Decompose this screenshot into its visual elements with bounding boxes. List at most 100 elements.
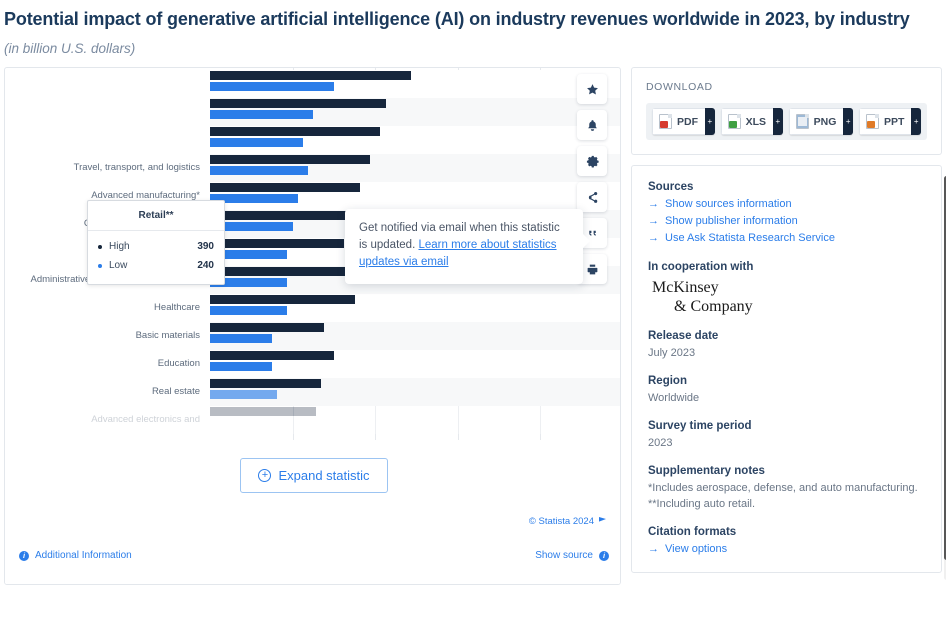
chart-bar-group	[210, 294, 620, 322]
chart-bar-low	[210, 390, 278, 399]
download-card: DOWNLOAD PDF + XLS + PNG + PPT +	[631, 67, 942, 155]
settings-icon[interactable]	[577, 146, 607, 176]
page-title: Potential impact of generative artificia…	[4, 9, 910, 29]
chart-bar-low	[210, 334, 272, 343]
plus-circle-icon: +	[258, 469, 272, 482]
popup-arrow-icon	[583, 234, 590, 248]
download-title: DOWNLOAD	[646, 81, 713, 93]
tooltip-series-dot-icon	[98, 263, 102, 268]
ask-statista-research-service-link[interactable]: Use Ask Statista Research Service	[648, 230, 925, 247]
download-options-caret-icon[interactable]: +	[843, 108, 853, 135]
notify-icon[interactable]	[577, 110, 607, 140]
expand-statistic-label: Expand statistic	[278, 468, 370, 483]
tooltip-series-dot-icon	[98, 244, 102, 249]
show-source-link[interactable]: Show source i	[535, 550, 609, 561]
chart-category-label: Travel, transport, and logistics	[73, 162, 200, 173]
chart-bar-group	[210, 154, 620, 182]
chart-bar-high	[210, 99, 386, 108]
chart-row[interactable]: Healthcare	[5, 294, 620, 322]
download-ppt-button[interactable]: PPT +	[858, 108, 922, 135]
pdf-file-icon	[659, 114, 672, 129]
chart-bar-group	[210, 350, 620, 378]
download-png-button[interactable]: PNG +	[788, 108, 853, 135]
download-button-group: PDF + XLS + PNG + PPT +	[646, 103, 927, 140]
tooltip-row-label: Low	[109, 260, 128, 271]
survey-period-section: Survey time period 2023	[648, 420, 925, 451]
download-pdf-button[interactable]: PDF +	[652, 108, 715, 135]
chart-category-label: Real estate	[151, 386, 200, 397]
chart-bar-low	[210, 110, 314, 119]
show-source-label: Show source	[535, 550, 593, 561]
chart-category-label	[5, 98, 202, 126]
chart-bar-high	[210, 295, 355, 304]
mckinsey-logo: McKinsey & Company	[652, 278, 925, 316]
tooltip-row-value: 240	[197, 260, 214, 271]
chart-bar-high	[210, 183, 360, 192]
chart-bar-high	[210, 407, 316, 416]
cooperation-heading: In cooperation with	[648, 261, 754, 273]
chart-bar-high	[210, 239, 345, 248]
download-xls-button[interactable]: XLS +	[720, 108, 783, 135]
page-header: Potential impact of generative artificia…	[0, 0, 946, 56]
additional-information-link[interactable]: i Additional Information	[19, 550, 132, 561]
sources-section: Sources Show sources information Show pu…	[648, 181, 925, 247]
chart-category-label: Education	[157, 358, 200, 369]
chart-bar-group	[210, 182, 620, 210]
copyright-notice: © Statista 2024	[529, 516, 606, 527]
chart-hover-tooltip: Retail** High 390 Low 240	[87, 200, 225, 285]
supplementary-notes-heading: Supplementary notes	[648, 465, 765, 477]
download-button-label: PNG	[813, 115, 837, 128]
tooltip-row: Low 240	[98, 256, 214, 275]
expand-statistic-button[interactable]: + Expand statistic	[240, 458, 388, 493]
statista-flag-icon	[599, 517, 606, 526]
favorite-icon[interactable]	[577, 74, 607, 104]
view-citation-options-link[interactable]: View options	[648, 541, 925, 558]
chart-row[interactable]: Travel, transport, and logistics	[5, 154, 620, 182]
chart-row[interactable]: Education	[5, 350, 620, 378]
download-button-label: PPT	[883, 115, 905, 128]
chart-row[interactable]	[5, 126, 620, 154]
release-date-section: Release date July 2023	[648, 330, 925, 361]
page-subtitle: (in billion U.S. dollars)	[4, 41, 136, 56]
statista-statistic-page: Potential impact of generative artificia…	[0, 0, 946, 629]
show-publisher-information-link[interactable]: Show publisher information	[648, 213, 925, 230]
chart-bar-high	[210, 323, 324, 332]
chart-row[interactable]	[5, 98, 620, 126]
show-sources-information-link[interactable]: Show sources information	[648, 196, 925, 213]
chart-bar-high	[210, 127, 381, 136]
citation-formats-heading: Citation formats	[648, 526, 737, 538]
additional-information-label: Additional Information	[35, 550, 132, 561]
chart-footer: i Additional Information Show source i	[5, 550, 620, 561]
tooltip-rows: High 390 Low 240	[88, 231, 224, 284]
chart-bar-low	[210, 138, 303, 147]
chart-bar-high	[210, 351, 334, 360]
region-section: Region Worldwide	[648, 375, 925, 406]
tooltip-row-value: 390	[197, 241, 214, 252]
chart-row[interactable]: Advanced electronics and	[5, 406, 620, 434]
sources-heading: Sources	[648, 181, 694, 193]
chart-bar-high	[210, 267, 350, 276]
download-options-caret-icon[interactable]: +	[705, 108, 715, 135]
release-date-heading: Release date	[648, 330, 719, 342]
copyright-text: © Statista 2024	[528, 516, 594, 527]
region-value: Worldwide	[648, 392, 700, 404]
download-options-caret-icon[interactable]: +	[773, 108, 783, 135]
chart-bar-group	[210, 98, 620, 126]
supplementary-notes-value: *Includes aerospace, defense, and auto m…	[648, 482, 918, 510]
survey-period-value: 2023	[648, 437, 673, 449]
png-file-icon	[795, 114, 809, 129]
chart-row[interactable]: Real estate	[5, 378, 620, 406]
xls-file-icon	[727, 114, 741, 129]
chart-bar-low	[210, 82, 334, 91]
info-icon: i	[19, 550, 29, 561]
chart-row[interactable]: Basic materials	[5, 322, 620, 350]
chart-bar-high	[210, 155, 371, 164]
tooltip-row: High 390	[98, 237, 214, 256]
chart-bar-high	[210, 379, 321, 388]
download-options-caret-icon[interactable]: +	[911, 108, 922, 135]
chart-bar-group	[210, 126, 620, 154]
chart-row[interactable]	[5, 70, 620, 98]
ppt-file-icon	[865, 114, 879, 129]
share-icon[interactable]	[577, 182, 607, 212]
mckinsey-logo-line1: McKinsey	[652, 279, 719, 296]
